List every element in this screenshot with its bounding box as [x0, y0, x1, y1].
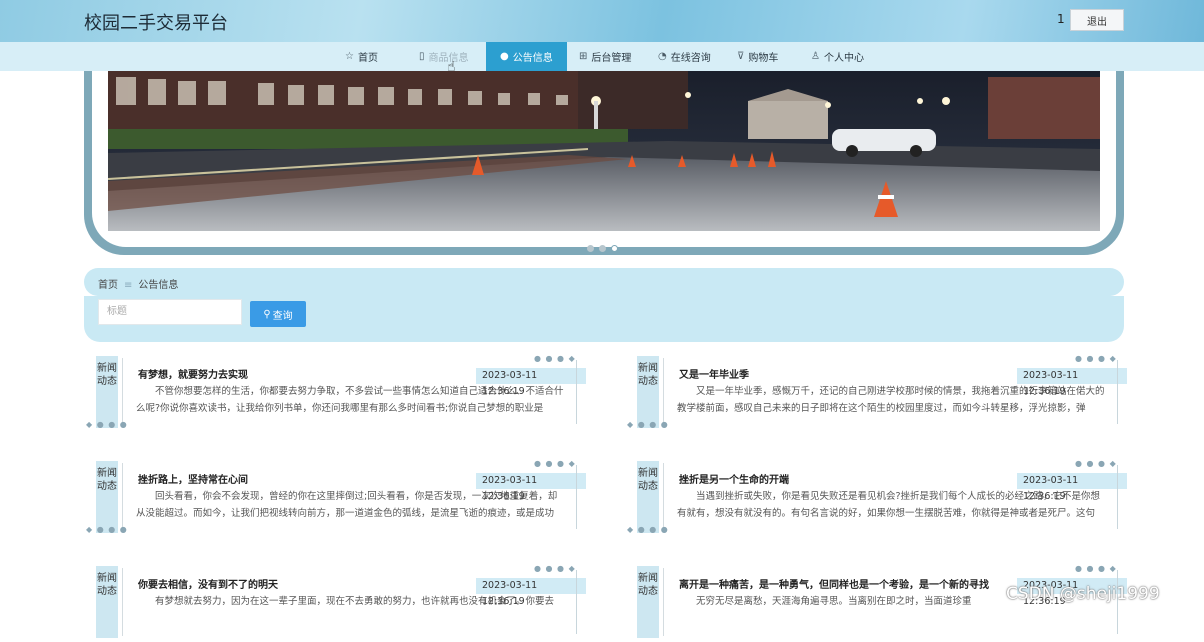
card-tag: 新闻动态 [637, 356, 659, 428]
breadcrumb-current: 公告信息 [138, 280, 179, 291]
banner-image [108, 71, 1100, 231]
carousel-dot-3-active[interactable] [611, 245, 618, 252]
user-count: 1 [1057, 12, 1065, 26]
decor-dots-icon: ● ● ● ◆ [1075, 459, 1117, 468]
card-date: 2023-03-11 12:36:19 [476, 473, 586, 502]
notice-card[interactable]: ● ● ● ◆ 新闻动态 挫折是另一个生命的开端 2023-03-11 12:3… [627, 459, 1127, 537]
card-tag: 新闻动态 [637, 461, 659, 533]
nav-item-admin[interactable]: ⊞ 后台管理 [579, 42, 631, 71]
nav-item-consult[interactable]: ◔ 在线咨询 [658, 42, 711, 71]
site-title: 校园二手交易平台 [84, 13, 228, 34]
card-date: 2023-03-11 12:36:19 [476, 368, 586, 397]
divider [576, 465, 577, 529]
card-body: 有梦想就去努力，因为在这一辈子里面，现在不去勇敢的努力，也许就再也没有机会了。你… [155, 596, 555, 607]
card-body: 又是一年毕业季，感慨万千，还记的自己刚进学校那时候的情景，我拖着沉重的行李箱站在… [677, 386, 1105, 414]
divider [122, 463, 123, 531]
nav-item-goods[interactable]: ▯ 商品信息 [419, 42, 469, 71]
nav-item-label: 购物车 [748, 53, 779, 64]
nav-item-label: 在线咨询 [670, 53, 711, 64]
divider [1117, 360, 1118, 424]
logout-button[interactable]: 退出 [1070, 9, 1124, 31]
decor-dots-icon: ● ● ● ◆ [534, 354, 576, 363]
search-bar: 标题 ⚲ 查询 [84, 296, 1124, 342]
decor-dots-icon: ◆ ● ● ● [86, 420, 128, 429]
carousel-dot-1[interactable] [587, 245, 594, 252]
card-title[interactable]: 又是一年毕业季 [679, 366, 749, 381]
star-icon: ☆ [345, 51, 354, 62]
nav-item-label: 公告信息 [512, 53, 553, 64]
card-body: 当遇到挫折或失败，你是看见失败还是看见机会?挫折是我们每个人成长的必经之路，它不… [677, 491, 1101, 519]
card-title[interactable]: 挫折路上，坚持常在心间 [138, 471, 248, 486]
breadcrumb-home[interactable]: 首页 [98, 280, 118, 291]
decor-dots-icon: ● ● ● ◆ [534, 564, 576, 573]
dot-icon: ● [500, 51, 509, 62]
notice-card[interactable]: ● ● ● ◆ 新闻动态 有梦想，就要努力去实现 2023-03-11 12:3… [86, 354, 586, 432]
breadcrumb-trail: 首页 ≡ 公告信息 [98, 276, 178, 291]
title-search-input[interactable]: 标题 [98, 299, 242, 325]
admin-icon: ⊞ [579, 51, 588, 62]
carousel-dot-2[interactable] [599, 245, 606, 252]
card-body: 回头看看，你会不会发现，曾经的你在这里摔倒过;回头看看，你是否发现，一次次地重复… [136, 491, 558, 519]
nav-item-cart[interactable]: ⊽ 购物车 [737, 42, 778, 71]
decor-dots-icon: ◆ ● ● ● [86, 525, 128, 534]
nav-item-home[interactable]: ☆ 首页 [345, 42, 378, 71]
card-title[interactable]: 离开是一种痛苦，是一种勇气，但同样也是一个考验，是一个新的寻找 [679, 576, 989, 591]
divider [122, 568, 123, 636]
card-title[interactable]: 有梦想，就要努力去实现 [138, 366, 248, 381]
notice-card[interactable]: ● ● ● ◆ 新闻动态 你要去相信，没有到不了的明天 2023-03-11 1… [86, 564, 586, 642]
card-tag: 新闻动态 [96, 566, 118, 638]
card-date: 2023-03-11 12:36:19 [1017, 473, 1127, 502]
divider [663, 568, 664, 636]
divider [122, 358, 123, 426]
card-tag: 新闻动态 [637, 566, 659, 638]
breadcrumb-separator-icon: ≡ [124, 280, 133, 291]
card-date: 2023-03-11 12:36:19 [476, 578, 586, 607]
watermark: CSDN @sheji1999 [1006, 584, 1160, 604]
notice-card[interactable]: ● ● ● ◆ 新闻动态 挫折路上，坚持常在心间 2023-03-11 12:3… [86, 459, 586, 537]
user-icon: ♙ [811, 51, 820, 62]
divider [576, 570, 577, 634]
divider [663, 358, 664, 426]
nav-item-profile[interactable]: ♙ 个人中心 [811, 42, 864, 71]
nav-item-label: 首页 [357, 53, 378, 64]
decor-dots-icon: ◆ ● ● ● [627, 420, 669, 429]
nav-item-label: 后台管理 [591, 53, 632, 64]
card-date: 2023-03-11 12:36:19 [1017, 368, 1127, 397]
decor-dots-icon: ◆ ● ● ● [627, 525, 669, 534]
search-icon: ⚲ [263, 308, 271, 320]
doc-icon: ▯ [419, 51, 425, 62]
card-title[interactable]: 挫折是另一个生命的开端 [679, 471, 789, 486]
cart-icon: ⊽ [737, 51, 745, 62]
header-bar: 校园二手交易平台 1 退出 [0, 0, 1204, 42]
campus-night-photo [108, 71, 1100, 231]
chat-icon: ◔ [658, 51, 667, 62]
decor-dots-icon: ● ● ● ◆ [1075, 564, 1117, 573]
search-button-label: 查询 [272, 310, 293, 322]
card-body: 不管你想要怎样的生活，你都要去努力争取，不多尝试一些事情怎么知道自己适合什么、不… [136, 386, 564, 414]
decor-dots-icon: ● ● ● ◆ [534, 459, 576, 468]
nav-item-label: 个人中心 [823, 53, 864, 64]
decor-dots-icon: ● ● ● ◆ [1075, 354, 1117, 363]
notice-card[interactable]: ● ● ● ◆ 新闻动态 又是一年毕业季 2023-03-11 12:36:19… [627, 354, 1127, 432]
divider [576, 360, 577, 424]
card-tag: 新闻动态 [96, 356, 118, 428]
search-button[interactable]: ⚲ 查询 [250, 301, 306, 327]
card-tag: 新闻动态 [96, 461, 118, 533]
breadcrumb: 首页 ≡ 公告信息 [84, 268, 1124, 296]
divider [1117, 465, 1118, 529]
card-title[interactable]: 你要去相信，没有到不了的明天 [138, 576, 278, 591]
banner-inner [92, 71, 1116, 247]
banner-carousel[interactable] [84, 71, 1124, 255]
nav-item-notice[interactable]: ● 公告信息 [486, 42, 567, 71]
divider [663, 463, 664, 531]
main-nav: ☆ 首页 ▯ 商品信息 ● 公告信息 ⊞ 后台管理 ◔ 在线咨询 ⊽ 购物车 ♙… [0, 42, 1204, 71]
